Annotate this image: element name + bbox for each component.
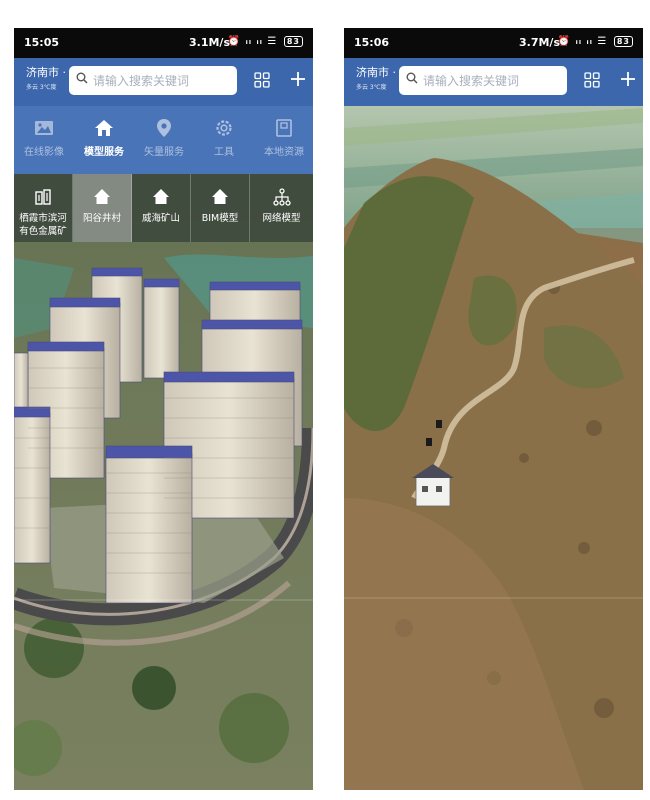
signal-icons: ⏰ ᵢₗ ᵢₗ ☰ 83 (558, 36, 633, 47)
tab-local-resources[interactable]: 本地资源 (254, 118, 313, 158)
tab-label: 模型服务 (84, 147, 124, 158)
home-icon (153, 189, 169, 204)
city-name: 济南市 · (26, 66, 66, 79)
network-icon (272, 188, 291, 206)
status-time: 15:06 (354, 36, 390, 49)
submenu-item-bim-model[interactable]: BIM模型 (191, 174, 250, 242)
home-icon (95, 120, 113, 136)
right-phone-screen: 15:06 3.7M/s ⏰ ᵢₗ ᵢₗ ☰ 83 济南市 · 多云 3℃度 (344, 28, 643, 790)
city-selector[interactable]: 济南市 · 多云 3℃度 (26, 64, 66, 91)
submenu-item-yanggu-village[interactable]: 阳谷井村 (73, 174, 132, 242)
main-toolbar: 在线影像 模型服务 矢量服务 工具 本地资源 (14, 106, 313, 174)
search-icon (76, 72, 88, 84)
grid-icon[interactable] (254, 72, 270, 88)
app-header: 济南市 · 多云 3℃度 (14, 58, 313, 106)
status-icons: ⏰ ᵢₗ ᵢₗ ☰ (557, 36, 608, 47)
city-name: 济南市 · (356, 66, 396, 79)
weather-text: 多云 3℃度 (356, 84, 387, 91)
network-rate: 3.1M/s (189, 36, 230, 49)
document-icon (276, 119, 292, 137)
tab-label: 工具 (214, 147, 234, 158)
map-3d-view[interactable] (344, 28, 643, 790)
search-bar[interactable] (69, 66, 237, 95)
network-rate: 3.7M/s (519, 36, 560, 49)
mine-icon (35, 189, 51, 205)
submenu-item-weihai-mine[interactable]: 威海矿山 (132, 174, 191, 242)
tab-online-imagery[interactable]: 在线影像 (14, 118, 74, 158)
signal-icons: ⏰ ᵢₗ ᵢₗ ☰ 83 (228, 36, 303, 47)
left-phone-screen: 15:05 3.1M/s ⏰ ᵢₗ ᵢₗ ☰ 83 济南市 · 多云 3℃度 请… (14, 28, 313, 790)
app-header: 济南市 · 多云 3℃度 (344, 58, 643, 106)
search-icon (406, 72, 418, 84)
submenu-label: 阳谷井村 (82, 213, 121, 224)
tab-tools[interactable]: 工具 (194, 118, 254, 158)
submenu-label: 网络模型 (262, 213, 301, 224)
tab-label: 本地资源 (264, 147, 304, 158)
tab-model-service[interactable]: 模型服务 (74, 118, 134, 158)
status-icons: ⏰ ᵢₗ ᵢₗ ☰ (227, 36, 278, 47)
tab-label: 在线影像 (24, 147, 64, 158)
plus-icon[interactable] (620, 71, 636, 87)
submenu-label: BIM模型 (201, 213, 239, 224)
plus-icon[interactable] (290, 71, 306, 87)
grid-icon[interactable] (584, 72, 600, 88)
weather-text: 多云 3℃度 (26, 84, 57, 91)
battery-icon: 83 (283, 36, 303, 47)
submenu-item-mine[interactable]: 栖霞市滨河 有色金属矿 (14, 174, 73, 242)
home-icon (94, 189, 110, 204)
search-input[interactable] (93, 66, 233, 95)
search-bar[interactable] (399, 66, 567, 95)
model-submenu: 栖霞市滨河 有色金属矿 阳谷井村 威海矿山 BIM模型 网络模型 (14, 174, 313, 242)
image-icon (35, 121, 53, 135)
status-time: 15:05 (24, 36, 60, 49)
gear-icon (216, 120, 232, 136)
status-bar: 15:05 3.1M/s ⏰ ᵢₗ ᵢₗ ☰ 83 (14, 28, 313, 58)
battery-icon: 83 (613, 36, 633, 47)
location-pin-icon (157, 119, 171, 137)
submenu-item-network-model[interactable]: 网络模型 (250, 174, 313, 242)
submenu-label-2: 有色金属矿 (19, 226, 67, 237)
submenu-label: 栖霞市滨河 (19, 213, 67, 224)
tab-label: 矢量服务 (144, 147, 184, 158)
city-selector[interactable]: 济南市 · 多云 3℃度 (356, 64, 396, 91)
search-input[interactable] (423, 66, 563, 95)
status-bar: 15:06 3.7M/s ⏰ ᵢₗ ᵢₗ ☰ 83 (344, 28, 643, 58)
home-icon (212, 189, 228, 204)
tab-vector-service[interactable]: 矢量服务 (134, 118, 194, 158)
submenu-label: 威海矿山 (141, 213, 180, 224)
